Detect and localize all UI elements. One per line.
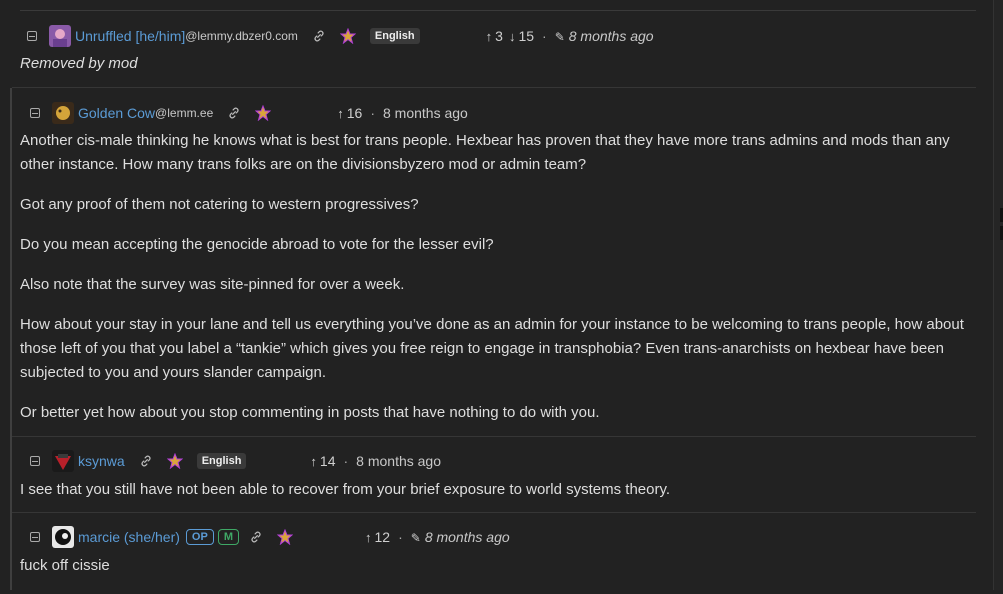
language-badge: English: [196, 453, 247, 469]
collapse-icon[interactable]: [30, 108, 40, 118]
username[interactable]: ksynwa: [78, 453, 125, 469]
comment-paragraph: Also note that the survey was site-pinne…: [20, 276, 405, 293]
instance[interactable]: @lemm.ee: [155, 106, 213, 120]
thread-line[interactable]: [10, 437, 12, 590]
username[interactable]: Unruffled [he/him]: [75, 28, 185, 44]
upvote-count: 16: [346, 105, 363, 121]
timestamp: 8 months ago: [383, 105, 468, 121]
star-icon[interactable]: [255, 105, 272, 121]
avatar[interactable]: [52, 450, 74, 472]
comment-paragraph: How about your stay in your lane and tel…: [20, 316, 964, 381]
link-icon[interactable]: [139, 454, 153, 468]
username[interactable]: Golden Cow: [78, 105, 155, 121]
avatar[interactable]: [49, 25, 71, 47]
arrow-up-icon[interactable]: ↑: [337, 106, 344, 121]
collapse-icon[interactable]: [30, 532, 40, 542]
pencil-icon: ✎: [410, 531, 421, 545]
timestamp: 8 months ago: [356, 453, 442, 469]
vote-score: ↑ 3 ↓ 15 ·: [485, 28, 547, 44]
link-icon[interactable]: [227, 106, 241, 120]
comment-paragraph: Another cis-male thinking he knows what …: [20, 132, 950, 173]
arrow-up-icon[interactable]: ↑: [365, 530, 372, 545]
comment-divider: [12, 87, 976, 88]
star-icon[interactable]: [339, 28, 356, 44]
comment-header: ksynwa English ↑ 14 · 8 months ago: [30, 450, 441, 472]
comment-body: Removed by mod: [20, 52, 138, 92]
comment-paragraph: I see that you still have not been able …: [20, 481, 671, 498]
comment-header: Golden Cow @lemm.ee ↑ 16 · 8 months ago: [30, 102, 468, 124]
timestamp: ✎ 8 months ago: [555, 28, 654, 44]
vote-score: ↑ 12 ·: [365, 529, 403, 545]
username[interactable]: marcie (she/her): [78, 529, 180, 545]
language-badge: English: [369, 28, 420, 44]
vote-score: ↑ 16 ·: [337, 105, 375, 121]
upvote-count: 14: [319, 453, 336, 469]
star-icon[interactable]: [166, 453, 183, 469]
comment-paragraph: fuck off cissie: [20, 557, 110, 574]
comment-paragraph: Do you mean accepting the genocide abroa…: [20, 236, 494, 253]
comment-body: Another cis-male thinking he knows what …: [20, 129, 980, 441]
arrow-up-icon[interactable]: ↑: [486, 29, 493, 44]
collapse-icon[interactable]: [30, 456, 40, 466]
arrow-up-icon[interactable]: ↑: [310, 454, 317, 469]
vote-score: ↑ 14 ·: [310, 453, 349, 469]
timestamp: ✎ 8 months ago: [411, 529, 510, 545]
comment-header: marcie (she/her) OP M ↑ 12 · ✎ 8 months a…: [30, 526, 510, 548]
instance[interactable]: @lemmy.dbzer0.com: [185, 29, 298, 43]
link-icon[interactable]: [249, 530, 263, 544]
star-icon[interactable]: [277, 529, 293, 545]
time-text: 8 months ago: [568, 28, 654, 44]
op-badge: OP: [185, 529, 214, 545]
avatar[interactable]: [52, 526, 74, 548]
downvote-count: 15: [518, 28, 535, 44]
comment-paragraph: Or better yet how about you stop comment…: [20, 404, 600, 421]
comment-body: fuck off cissie: [20, 554, 980, 594]
comment-paragraph: Removed by mod: [20, 55, 138, 72]
comment-header: Unruffled [he/him] @lemmy.dbzer0.com Eng…: [27, 25, 654, 47]
comment-divider: [12, 436, 976, 437]
upvote-count: 12: [374, 529, 391, 545]
pencil-icon: ✎: [554, 30, 565, 44]
comment-divider: [12, 512, 976, 513]
collapse-icon[interactable]: [27, 31, 37, 41]
comment-paragraph: Got any proof of them not catering to we…: [20, 196, 419, 213]
avatar[interactable]: [52, 102, 74, 124]
mod-badge: M: [217, 529, 239, 545]
upvote-count: 3: [495, 28, 503, 44]
arrow-down-icon[interactable]: ↓: [509, 29, 516, 44]
scrollbar[interactable]: [993, 0, 1003, 590]
link-icon[interactable]: [312, 29, 326, 43]
time-text: 8 months ago: [424, 529, 510, 545]
